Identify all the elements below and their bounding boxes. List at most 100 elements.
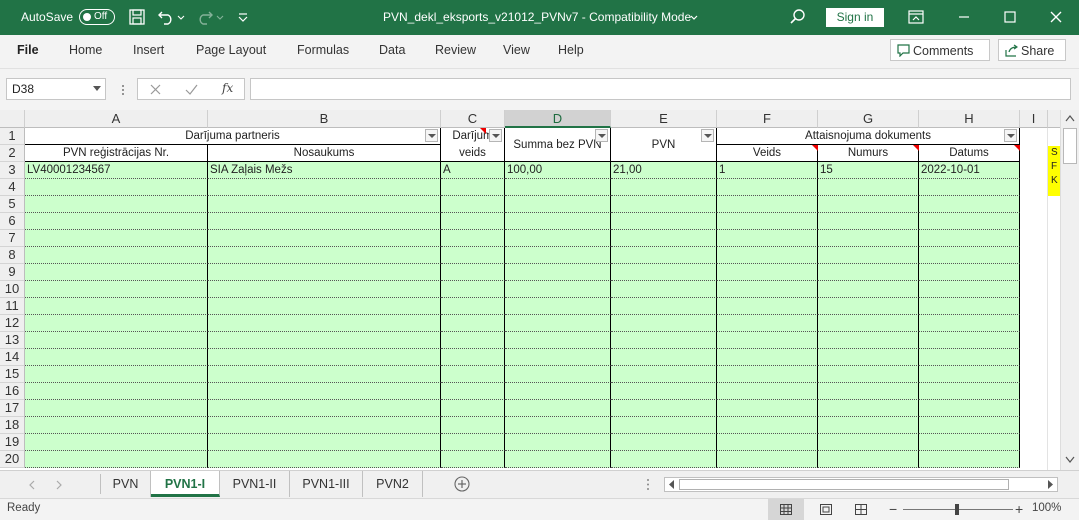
column-header-b[interactable]: B	[208, 110, 441, 128]
empty-cell[interactable]	[717, 213, 818, 230]
column-header-e[interactable]: E	[611, 110, 717, 128]
empty-cell[interactable]	[818, 281, 919, 298]
empty-cell[interactable]	[717, 349, 818, 366]
empty-cell[interactable]	[441, 179, 505, 196]
search-icon[interactable]	[789, 8, 807, 26]
empty-cell[interactable]	[919, 349, 1020, 366]
column-header-f[interactable]: F	[717, 110, 818, 128]
empty-cell[interactable]	[505, 434, 611, 451]
empty-cell[interactable]	[717, 451, 818, 468]
empty-cell[interactable]	[441, 247, 505, 264]
empty-cell[interactable]	[505, 332, 611, 349]
filter-dropdown-button[interactable]	[595, 129, 608, 142]
empty-cell[interactable]	[717, 298, 818, 315]
empty-cell[interactable]	[919, 434, 1020, 451]
cell-doc-type[interactable]: 1	[717, 162, 818, 179]
row-header[interactable]: 15	[0, 366, 25, 383]
empty-cell[interactable]	[919, 196, 1020, 213]
empty-cell[interactable]	[208, 366, 441, 383]
tab-insert[interactable]: Insert	[133, 35, 164, 66]
document-title[interactable]: PVN_dekl_eksports_v21012_PVNv7 - Compati…	[383, 0, 691, 35]
empty-cell[interactable]	[25, 366, 208, 383]
empty-cell[interactable]	[505, 417, 611, 434]
column-i-cells[interactable]	[1020, 128, 1048, 470]
tab-formulas[interactable]: Formulas	[297, 35, 349, 66]
row-header[interactable]: 17	[0, 400, 25, 417]
sheet-tab-pvn1-ii[interactable]: PVN1-II	[220, 471, 290, 497]
empty-cell[interactable]	[441, 400, 505, 417]
empty-cell[interactable]	[717, 383, 818, 400]
row-header[interactable]: 16	[0, 383, 25, 400]
undo-dropdown-icon[interactable]	[176, 8, 186, 26]
empty-cell[interactable]	[818, 434, 919, 451]
name-box[interactable]: D38	[6, 78, 106, 100]
title-dropdown-icon[interactable]	[688, 8, 700, 26]
empty-cell[interactable]	[717, 264, 818, 281]
customize-quick-access-icon[interactable]	[236, 8, 250, 26]
tab-data[interactable]: Data	[379, 35, 405, 66]
empty-cell[interactable]	[25, 264, 208, 281]
empty-cell[interactable]	[25, 196, 208, 213]
column-header-i[interactable]: I	[1020, 110, 1048, 128]
empty-cell[interactable]	[441, 264, 505, 281]
empty-cell[interactable]	[919, 417, 1020, 434]
row-header[interactable]: 14	[0, 349, 25, 366]
empty-cell[interactable]	[717, 196, 818, 213]
redo-dropdown-icon[interactable]	[215, 8, 225, 26]
empty-cell[interactable]	[818, 196, 919, 213]
vertical-scrollbar[interactable]	[1060, 110, 1079, 470]
empty-cell[interactable]	[611, 264, 717, 281]
empty-cell[interactable]	[919, 281, 1020, 298]
empty-cell[interactable]	[611, 247, 717, 264]
empty-cell[interactable]	[818, 247, 919, 264]
filter-dropdown-button[interactable]	[1004, 129, 1017, 142]
empty-cell[interactable]	[611, 417, 717, 434]
empty-cell[interactable]	[208, 434, 441, 451]
empty-cell[interactable]	[717, 434, 818, 451]
empty-cell[interactable]	[441, 434, 505, 451]
empty-cell[interactable]	[505, 196, 611, 213]
empty-cell[interactable]	[441, 196, 505, 213]
empty-cell[interactable]	[208, 332, 441, 349]
header-name[interactable]: Nosaukums	[208, 145, 441, 162]
header-doc-date[interactable]: Datums	[919, 145, 1020, 162]
empty-cell[interactable]	[505, 451, 611, 468]
empty-cell[interactable]	[505, 247, 611, 264]
column-header-g[interactable]: G	[818, 110, 919, 128]
insert-function-icon[interactable]: fx	[222, 81, 233, 95]
scroll-left-icon[interactable]	[668, 480, 676, 489]
empty-cell[interactable]	[208, 315, 441, 332]
empty-cell[interactable]	[818, 332, 919, 349]
empty-cell[interactable]	[208, 383, 441, 400]
minimize-icon[interactable]	[955, 8, 973, 26]
ribbon-display-options-icon[interactable]	[907, 8, 925, 26]
empty-cell[interactable]	[818, 383, 919, 400]
sign-in-button[interactable]: Sign in	[826, 8, 884, 27]
empty-cell[interactable]	[25, 213, 208, 230]
empty-cell[interactable]	[505, 230, 611, 247]
empty-cell[interactable]	[611, 366, 717, 383]
sheet-tab-pvn1-i[interactable]: PVN1-I	[151, 471, 220, 497]
cell-doc-number[interactable]: 15	[818, 162, 919, 179]
empty-cell[interactable]	[25, 383, 208, 400]
empty-cell[interactable]	[208, 298, 441, 315]
empty-cell[interactable]	[208, 247, 441, 264]
empty-cell[interactable]	[818, 315, 919, 332]
empty-cell[interactable]	[505, 213, 611, 230]
empty-cell[interactable]	[208, 264, 441, 281]
empty-cell[interactable]	[611, 434, 717, 451]
empty-cell[interactable]	[919, 400, 1020, 417]
page-layout-view-icon[interactable]	[820, 504, 832, 515]
empty-cell[interactable]	[208, 230, 441, 247]
empty-cell[interactable]	[717, 179, 818, 196]
zoom-out-icon[interactable]: −	[889, 501, 897, 517]
tab-page-layout[interactable]: Page Layout	[196, 35, 266, 66]
empty-cell[interactable]	[505, 315, 611, 332]
row-header[interactable]: 19	[0, 434, 25, 451]
empty-cell[interactable]	[505, 366, 611, 383]
scroll-thumb[interactable]	[1063, 128, 1077, 164]
empty-cell[interactable]	[919, 451, 1020, 468]
row-header[interactable]: 11	[0, 298, 25, 315]
empty-cell[interactable]	[717, 315, 818, 332]
empty-cell[interactable]	[505, 383, 611, 400]
